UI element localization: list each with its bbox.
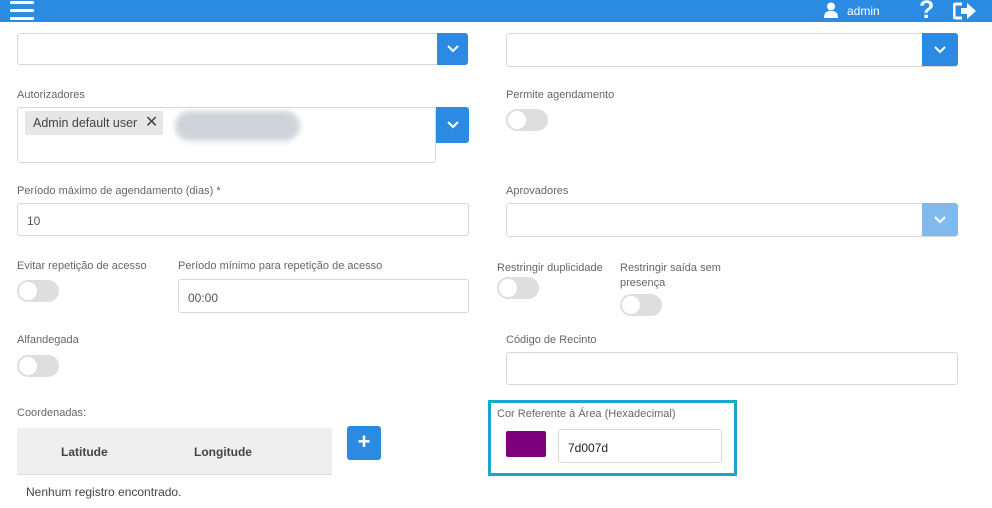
autorizadores-label: Autorizadores [17,89,85,101]
alfandegada-toggle[interactable] [17,355,59,377]
codigo-recinto-label: Código de Recinto [506,334,597,346]
cor-area-input[interactable]: 7d007d [558,429,722,463]
periodo-minimo-label: Período mínimo para repetição de acesso [178,260,383,272]
top-bar: admin ? [0,0,992,25]
autorizadores-dropdown-button[interactable] [436,107,469,143]
coordenadas-table: Latitude Longitude Nenhum registro encon… [17,428,332,508]
table-divider [17,474,332,475]
cor-area-label: Cor Referente à Área (Hexadecimal) [497,408,676,420]
periodo-maximo-input[interactable]: 10 [17,203,469,236]
periodo-maximo-label: Período máximo de agendamento (dias) * [17,185,221,197]
plus-icon: + [357,429,371,454]
codigo-recinto-input[interactable] [506,352,958,385]
top-left-select-dropdown-button[interactable] [437,33,468,65]
column-header-longitude[interactable]: Longitude [194,445,252,459]
color-swatch[interactable] [506,431,546,457]
top-right-select[interactable] [506,33,958,67]
periodo-maximo-value: 10 [27,214,41,228]
empty-table-message: Nenhum registro encontrado. [26,485,182,499]
logout-icon[interactable] [953,2,977,20]
evitar-repeticao-toggle[interactable] [17,280,59,302]
user-icon [824,2,838,18]
chevron-down-icon [446,121,459,129]
blurred-chip [175,111,300,141]
add-coordinate-button[interactable]: + [347,426,381,460]
periodo-minimo-value: 00:00 [188,291,219,305]
evitar-repeticao-label: Evitar repetição de acesso [17,260,147,272]
top-right-select-dropdown-button[interactable] [922,33,958,66]
user-name[interactable]: admin [847,4,880,18]
restringir-saida-label-line2: presença [620,277,666,289]
chevron-down-icon [934,45,946,53]
help-icon[interactable]: ? [919,0,934,25]
menu-icon[interactable] [10,1,34,20]
chevron-down-icon [446,45,459,53]
permite-agendamento-toggle[interactable] [506,109,548,131]
close-icon[interactable]: ✕ [145,111,158,135]
autorizador-chip-label: Admin default user [33,116,138,130]
permite-agendamento-label: Permite agendamento [506,89,615,101]
column-header-latitude[interactable]: Latitude [61,445,108,459]
aprovadores-dropdown-button[interactable] [922,203,958,236]
cor-area-value: 7d007d [568,441,609,455]
coordenadas-label: Coordenadas: [17,407,87,419]
alfandegada-label: Alfandegada [17,334,79,346]
restringir-saida-toggle[interactable] [620,294,662,316]
aprovadores-select[interactable] [506,203,958,237]
restringir-duplicidade-toggle[interactable] [497,277,539,299]
autorizador-chip: Admin default user ✕ [25,111,164,135]
restringir-saida-label-line1: Restringir saída sem [620,262,721,274]
coordenadas-table-header: Latitude Longitude [17,428,332,474]
periodo-minimo-input[interactable]: 00:00 [178,279,469,313]
top-left-select[interactable] [17,33,468,65]
aprovadores-label: Aprovadores [506,185,569,197]
chevron-down-icon [934,215,946,223]
restringir-duplicidade-label: Restringir duplicidade [497,262,603,274]
